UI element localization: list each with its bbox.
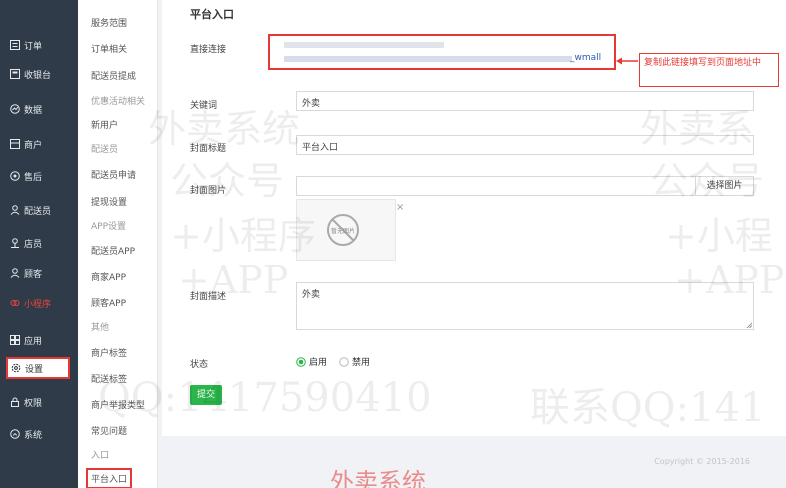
submenu-group-label: 配送员 [91, 145, 119, 155]
radio-checked-icon [296, 356, 306, 367]
sidebar-item-clerks[interactable]: 店员 [0, 232, 78, 254]
sidebar-item-settings[interactable]: 设置 [6, 357, 70, 379]
direct-link-redacted [284, 56, 572, 62]
watermark-text: +小程序 [170, 214, 316, 258]
lock-icon [9, 397, 20, 408]
apps-icon [9, 335, 20, 346]
service-icon [9, 171, 20, 182]
sidebar-item-system[interactable]: 系统 [0, 423, 78, 445]
watermark-text: 外卖系统 [330, 468, 426, 488]
watermark-text: QQ:1417590410 [98, 375, 432, 421]
submenu-item[interactable]: 配送员APP [91, 244, 135, 257]
sidebar-item-label: 商户 [24, 140, 43, 151]
sidebar-item-label: 数据 [24, 105, 43, 116]
chart-icon [9, 104, 20, 115]
shop-icon [9, 139, 20, 150]
submenu-group-label: 优惠活动相关 [91, 97, 146, 107]
status-disabled-radio[interactable]: 禁用 [339, 355, 370, 368]
submenu-item[interactable]: 商户标签 [91, 346, 127, 359]
sidebar-item-label: 店员 [24, 239, 43, 250]
copyright: Copyright © 2015-2016 [654, 457, 750, 466]
watermark-text: +APP [178, 258, 289, 302]
cover-image-input[interactable] [296, 176, 696, 196]
sidebar-item-orders[interactable]: 订单 [0, 34, 78, 56]
sidebar-item-label: 订单 [24, 41, 43, 52]
sidebar-item-label: 售后 [24, 172, 43, 183]
watermark-text: +APP [674, 258, 785, 302]
sidebar: 订单 收银台 数据 商户 售后 配送员 店员 顾客 小程序 应用 设置 权限 系… [0, 0, 78, 488]
system-icon [9, 429, 20, 440]
miniprogram-icon [9, 298, 20, 309]
status-enabled-radio[interactable]: 启用 [296, 355, 327, 368]
sidebar-item-merchants[interactable]: 商户 [0, 133, 78, 155]
submenu-item[interactable]: 提现设置 [91, 195, 127, 208]
clerk-icon [9, 238, 20, 249]
submenu-group-label: 其他 [91, 323, 110, 333]
sidebar-item-label: 收银台 [24, 70, 52, 81]
submenu-item[interactable]: 顾客APP [91, 296, 126, 309]
watermark-text: 公众号 [170, 159, 285, 203]
sidebar-item-label: 系统 [24, 430, 43, 441]
remove-image-icon[interactable]: × [396, 202, 404, 213]
page-title: 平台入口 [190, 8, 234, 21]
sidebar-item-apps[interactable]: 应用 [0, 329, 78, 351]
sidebar-item-customers[interactable]: 顾客 [0, 262, 78, 284]
watermark-text: 公众号 [650, 159, 765, 203]
submenu-item[interactable]: 服务范围 [91, 16, 127, 29]
direct-link-box[interactable]: _wmall [268, 34, 616, 70]
direct-link-redacted [284, 42, 444, 48]
submenu-item[interactable]: 订单相关 [91, 42, 127, 55]
resize-handle-icon[interactable] [746, 322, 752, 328]
watermark-text: 联系QQ:141 [530, 385, 766, 431]
gear-icon [10, 363, 21, 374]
watermark-text: 外卖系统 [148, 107, 301, 151]
sidebar-item-label: 应用 [24, 336, 43, 347]
watermark-text: +小程 [665, 214, 773, 258]
sidebar-item-couriers[interactable]: 配送员 [0, 199, 78, 221]
sidebar-item-label: 配送员 [24, 206, 52, 217]
status-label: 状态 [190, 360, 209, 370]
submenu-group-label: APP设置 [91, 222, 127, 232]
sidebar-item-label: 小程序 [24, 299, 52, 310]
submenu-item[interactable]: 新用户 [91, 118, 118, 131]
status-option-label: 禁用 [352, 358, 371, 368]
sidebar-item-label: 顾客 [24, 269, 43, 280]
submenu-item[interactable]: 常见问题 [91, 424, 127, 437]
direct-link-label: 直接连接 [190, 45, 227, 55]
sidebar-item-label: 权限 [24, 398, 43, 409]
sidebar-item-aftersale[interactable]: 售后 [0, 165, 78, 187]
sidebar-item-label: 设置 [25, 364, 44, 375]
submenu-item[interactable]: 配送员提成 [91, 69, 136, 82]
courier-icon [9, 205, 20, 216]
no-image-text: 暂无图片 [331, 228, 356, 235]
arrow-left-icon [616, 57, 638, 65]
radio-unchecked-icon [339, 356, 349, 367]
annotation-note: 复制此链接填写到页面地址中 [639, 53, 779, 87]
sidebar-item-permissions[interactable]: 权限 [0, 391, 78, 413]
submenu-item[interactable]: 配送员申请 [91, 168, 136, 181]
watermark-text: 外卖系 [640, 107, 755, 151]
sidebar-item-cashier[interactable]: 收银台 [0, 63, 78, 85]
customer-icon [9, 268, 20, 279]
submenu-group-label: 入口 [91, 451, 110, 461]
list-icon [9, 40, 20, 51]
direct-link-suffix: _wmall [570, 53, 602, 63]
sidebar-item-data[interactable]: 数据 [0, 98, 78, 120]
sidebar-item-miniprogram[interactable]: 小程序 [0, 292, 78, 314]
register-icon [9, 69, 20, 80]
submenu-item-platform-entry[interactable]: 平台入口 [86, 468, 133, 488]
submenu-item[interactable]: 商家APP [91, 270, 126, 283]
status-option-label: 启用 [309, 358, 328, 368]
